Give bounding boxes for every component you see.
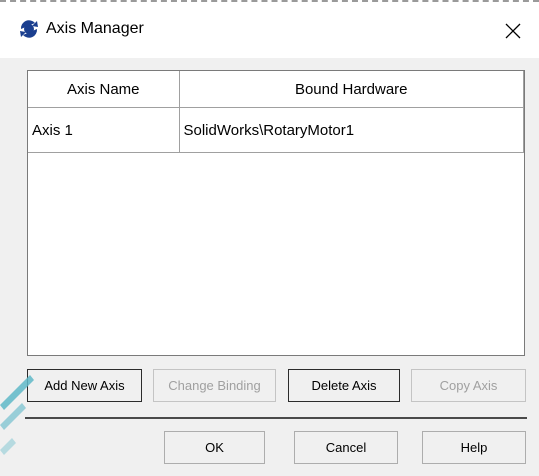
delete-axis-button[interactable]: Delete Axis (288, 369, 400, 402)
axis-table: Axis Name Bound Hardware Axis 1 SolidWor… (27, 70, 525, 356)
change-binding-button[interactable]: Change Binding (153, 369, 276, 402)
watermark-graphic (0, 375, 34, 455)
axis-manager-app-icon (20, 20, 38, 38)
column-header-bound-hardware[interactable]: Bound Hardware (179, 71, 524, 108)
add-new-axis-button[interactable]: Add New Axis (27, 369, 142, 402)
column-header-axis-name[interactable]: Axis Name (28, 71, 180, 108)
cell-bound-hardware[interactable]: SolidWorks\RotaryMotor1 (179, 107, 524, 153)
table-row[interactable]: Axis 1 SolidWorks\RotaryMotor1 (28, 107, 524, 153)
copy-axis-button[interactable]: Copy Axis (411, 369, 526, 402)
screen: Axis Manager Axis Name Bound Hardware Ax… (0, 0, 539, 476)
axis-manager-dialog: Axis Manager Axis Name Bound Hardware Ax… (0, 0, 539, 476)
cancel-button[interactable]: Cancel (294, 431, 398, 464)
ok-button[interactable]: OK (164, 431, 265, 464)
close-button[interactable] (498, 16, 528, 46)
cell-axis-name[interactable]: Axis 1 (28, 107, 180, 153)
table-header-row: Axis Name Bound Hardware (28, 71, 524, 108)
window-title: Axis Manager (46, 20, 144, 37)
divider (25, 417, 527, 419)
close-icon (505, 23, 521, 39)
help-button[interactable]: Help (422, 431, 526, 464)
title-bar: Axis Manager (0, 0, 539, 58)
